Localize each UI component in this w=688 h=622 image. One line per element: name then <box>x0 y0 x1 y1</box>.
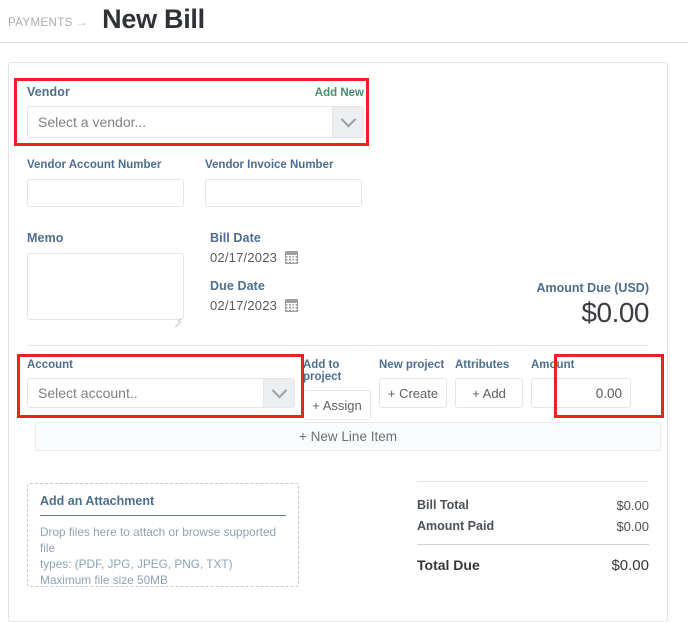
attachment-divider <box>40 515 286 516</box>
total-due-label: Total Due <box>417 557 480 573</box>
account-select-value: Select account.. <box>38 385 138 401</box>
amount-due-label: Amount Due (USD) <box>536 281 650 295</box>
vendor-label-row: Vendor Add New <box>27 85 364 99</box>
bill-date-group: Bill Date 02/17/2023 <box>210 231 299 265</box>
calendar-icon[interactable] <box>285 251 299 264</box>
add-attribute-button[interactable]: + Add <box>455 378 523 408</box>
bill-total-label: Bill Total <box>417 498 469 512</box>
amount-paid-row: Amount Paid $0.00 <box>417 519 649 534</box>
bill-total-value: $0.00 <box>616 498 649 513</box>
totals-mid-divider <box>417 544 649 545</box>
attributes-label: Attributes <box>455 359 510 371</box>
dates-section: Bill Date 02/17/2023 Due Date 02/17/2023 <box>210 231 299 327</box>
attachment-dropzone[interactable]: Add an Attachment Drop files here to att… <box>27 483 299 587</box>
new-project-field: New project + Create <box>379 359 447 408</box>
totals-top-divider <box>417 481 649 482</box>
vendor-invoice-number-field: Vendor Invoice Number <box>205 159 362 207</box>
new-line-item-button[interactable]: + New Line Item <box>35 422 661 451</box>
bill-date-value: 02/17/2023 <box>210 250 278 265</box>
amount-due-section: Amount Due (USD) $0.00 <box>537 281 650 329</box>
attachment-title: Add an Attachment <box>40 494 155 508</box>
totals-section: Bill Total $0.00 Amount Paid $0.00 Total… <box>417 481 649 580</box>
chevron-down-icon <box>271 382 287 398</box>
vendor-select[interactable]: Select a vendor... <box>27 106 364 138</box>
vendor-invoice-number-input[interactable] <box>205 179 362 207</box>
add-to-project-field: Add to project + Assign <box>303 359 371 420</box>
vendor-label: Vendor <box>27 85 70 99</box>
vendor-select-value: Select a vendor... <box>38 114 147 130</box>
attachment-description-line-2: types: (PDF, JPG, JPEG, PNG, TXT) <box>40 556 233 571</box>
header-divider <box>0 42 688 43</box>
due-date-value: 02/17/2023 <box>210 298 278 313</box>
line-item-amount-field: Amount <box>531 359 631 408</box>
attachment-description: Drop files here to attach or browse supp… <box>40 525 286 589</box>
chevron-down-icon <box>340 111 356 127</box>
amount-input[interactable] <box>531 378 631 408</box>
total-due-value: $0.00 <box>611 557 649 574</box>
amount-paid-value: $0.00 <box>616 519 649 534</box>
calendar-icon[interactable] <box>285 299 299 312</box>
attachment-description-line-1: Drop files here to attach or browse supp… <box>40 525 277 555</box>
memo-wrapper <box>27 245 184 325</box>
account-select[interactable]: Select account.. <box>27 378 295 408</box>
due-date-label: Due Date <box>210 279 265 293</box>
page-header: PAYMENTS → New Bill <box>0 0 688 37</box>
due-date-row[interactable]: 02/17/2023 <box>210 298 299 313</box>
attachment-description-line-3: Maximum file size 50MB <box>40 572 168 587</box>
vendor-section: Vendor Add New Select a vendor... <box>27 85 364 138</box>
account-select-arrow[interactable] <box>263 379 294 407</box>
vendor-account-number-label: Vendor Account Number <box>27 159 162 171</box>
memo-label: Memo <box>27 231 64 245</box>
breadcrumb-payments[interactable]: PAYMENTS <box>8 17 73 29</box>
breadcrumb[interactable]: PAYMENTS → <box>8 15 88 29</box>
memo-textarea[interactable] <box>27 253 184 320</box>
attributes-field: Attributes + Add <box>455 359 523 408</box>
arrow-right-icon: → <box>75 15 89 29</box>
vendor-account-number-field: Vendor Account Number <box>27 159 184 207</box>
memo-section: Memo <box>27 231 184 325</box>
amount-label: Amount <box>531 359 575 371</box>
vendor-account-number-input[interactable] <box>27 179 184 207</box>
vendor-numbers-section: Vendor Account Number Vendor Invoice Num… <box>27 159 362 207</box>
bill-date-row[interactable]: 02/17/2023 <box>210 250 299 265</box>
assign-project-button[interactable]: + Assign <box>303 390 371 420</box>
bill-date-label: Bill Date <box>210 231 261 245</box>
due-date-group: Due Date 02/17/2023 <box>210 279 299 313</box>
vendor-invoice-number-label: Vendor Invoice Number <box>205 159 334 171</box>
page-title: New Bill <box>102 4 205 34</box>
amount-paid-label: Amount Paid <box>417 519 495 533</box>
create-project-button[interactable]: + Create <box>379 378 447 408</box>
total-due-row: Total Due $0.00 <box>417 557 649 574</box>
new-project-label: New project <box>379 359 445 371</box>
line-item-account-field: Account Select account.. <box>27 359 295 408</box>
amount-due-value: $0.00 <box>581 297 649 328</box>
bill-form-card: Vendor Add New Select a vendor... Vendor… <box>8 62 668 622</box>
add-to-project-label: Add to project <box>303 359 342 383</box>
vendor-select-arrow[interactable] <box>332 107 363 137</box>
add-new-vendor-link[interactable]: Add New <box>315 87 364 99</box>
account-label: Account <box>27 359 73 371</box>
bill-total-row: Bill Total $0.00 <box>417 498 649 513</box>
section-divider <box>27 345 649 346</box>
line-item-row: Account Select account.. Add to project … <box>27 359 631 420</box>
